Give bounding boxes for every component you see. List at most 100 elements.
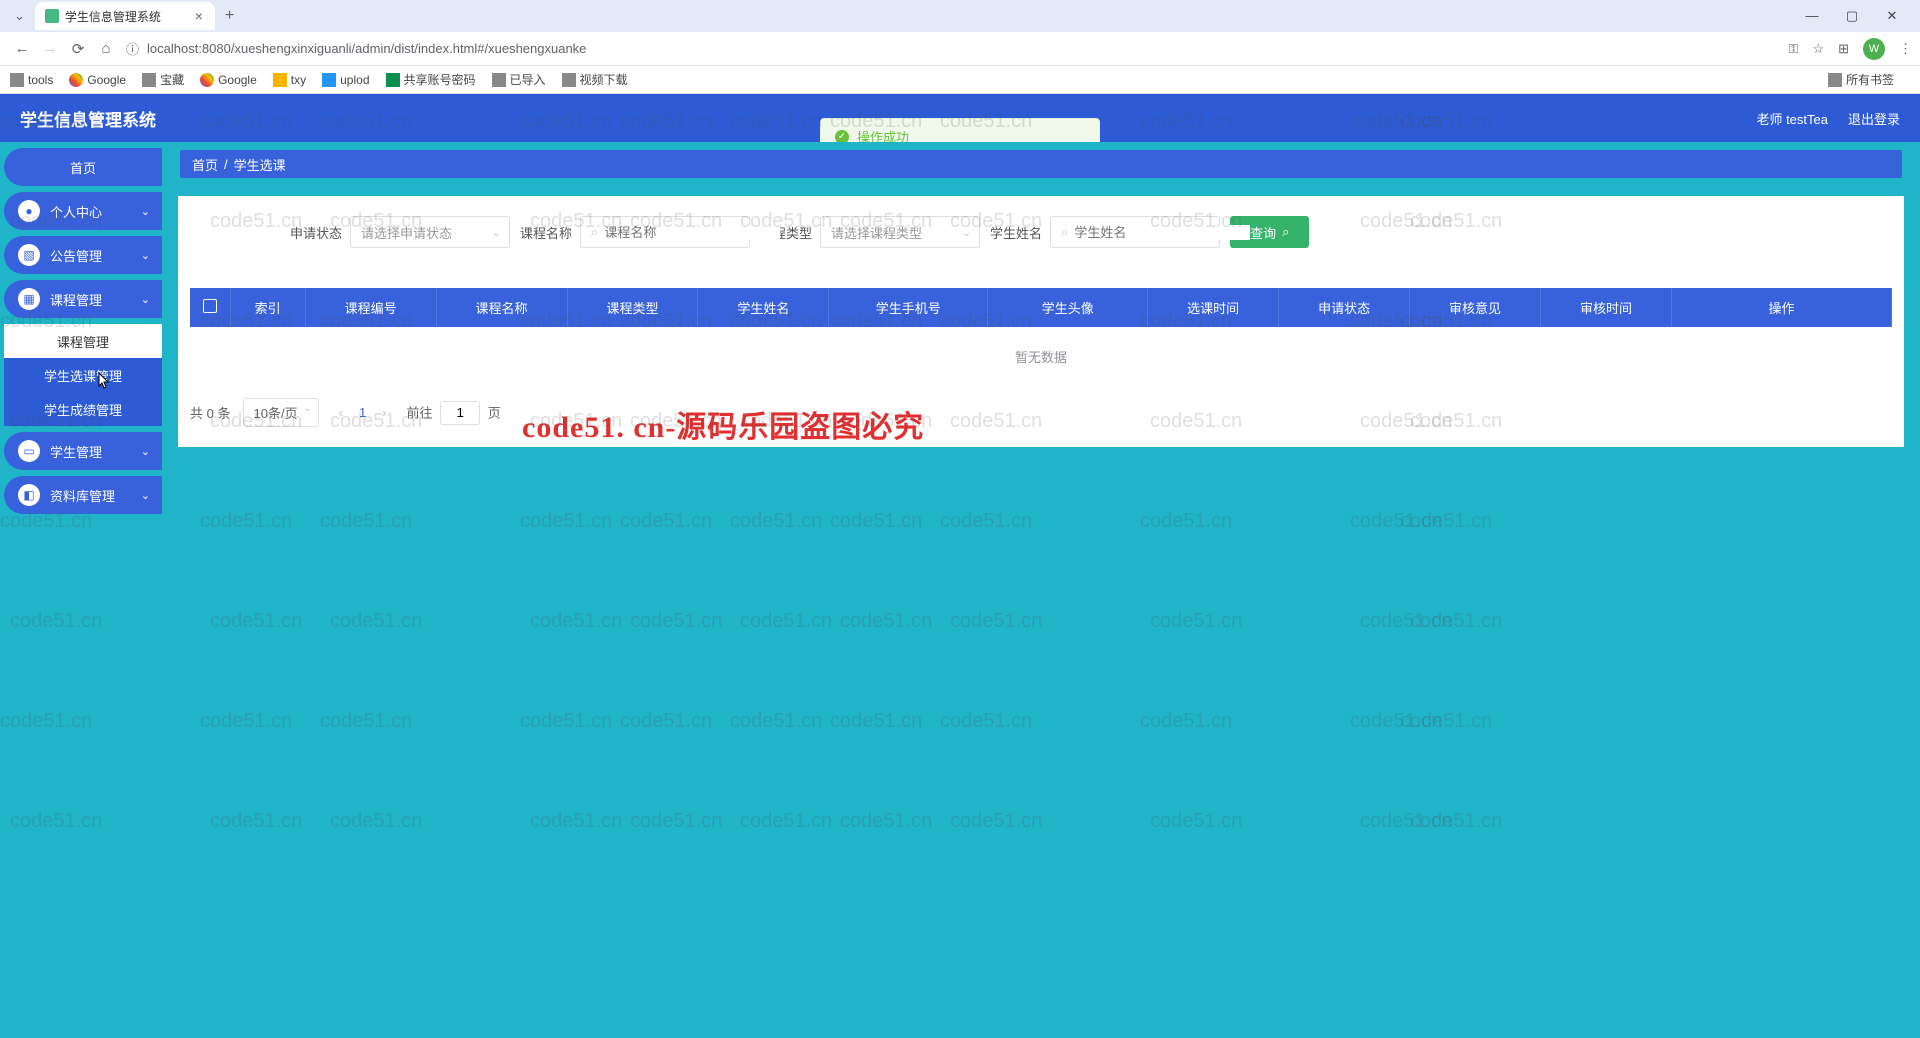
browser-menu-icon[interactable]: ⋮ <box>1899 41 1912 57</box>
nav-student[interactable]: ▭ 学生管理 ⌄ <box>4 432 162 470</box>
bookmark-all[interactable]: 所有书签 <box>1828 71 1894 88</box>
new-tab-button[interactable]: + <box>215 7 244 25</box>
bookmark-imported[interactable]: 已导入 <box>492 71 546 88</box>
upload-icon <box>322 73 336 87</box>
bookmark-video[interactable]: 视频下载 <box>562 71 628 88</box>
th-student-phone: 学生手机号 <box>829 288 988 327</box>
close-window-button[interactable]: ✕ <box>1872 8 1912 24</box>
bookmark-star-icon[interactable]: ☆ <box>1812 41 1824 57</box>
pagination-page-1[interactable]: 1 <box>351 401 374 424</box>
browser-chrome: ⌄ 学生信息管理系统 × + — ▢ ✕ ← → ⟳ ⌂ ⓘ localhost… <box>0 0 1920 94</box>
nav-announcement[interactable]: ▧ 公告管理 ⌄ <box>4 236 162 274</box>
filter-student-name-input[interactable]: ⌕ <box>1050 216 1220 248</box>
briefcase-icon: ▧ <box>18 244 40 266</box>
nav-label: 课程管理 <box>50 290 102 309</box>
sidebar: 首页 ● 个人中心 ⌄ ▧ 公告管理 ⌄ ▦ 课程管理 ⌄ 课程管理 学生选课管… <box>0 142 162 1038</box>
th-review-time: 审核时间 <box>1541 288 1672 327</box>
monitor-icon: ▭ <box>18 440 40 462</box>
pagination-next[interactable]: › <box>374 401 394 424</box>
pagination-total: 共 0 条 <box>190 403 231 422</box>
address-bar: ← → ⟳ ⌂ ⓘ localhost:8080/xueshengxinxigu… <box>0 32 1920 66</box>
pagination: 共 0 条 10条/页 ⌄ ‹ 1 › 前往 页 <box>190 398 1892 427</box>
table-header-row: 索引 课程编号 课程名称 课程类型 学生姓名 学生手机号 学生头像 选课时间 申… <box>190 288 1892 327</box>
tab-close-icon[interactable]: × <box>193 8 205 24</box>
star-icon <box>273 73 287 87</box>
filter-student-name-label: 学生姓名 <box>990 223 1042 242</box>
url-text: localhost:8080/xueshengxinxiguanli/admin… <box>147 41 586 56</box>
breadcrumb-separator: / <box>224 157 228 172</box>
extensions-icon[interactable]: ⊞ <box>1838 41 1849 57</box>
forward-button[interactable]: → <box>36 40 64 57</box>
filter-course-name-input[interactable]: ⌕ <box>580 216 750 248</box>
bookmark-shared[interactable]: 共享账号密码 <box>386 71 476 88</box>
browser-tab[interactable]: 学生信息管理系统 × <box>35 2 215 30</box>
pagination-prev[interactable]: ‹ <box>331 401 351 424</box>
chevron-down-icon: ⌄ <box>141 489 150 502</box>
filter-status-select[interactable]: 请选择申请状态 ⌄ <box>350 216 510 248</box>
main-content: 首页 / 学生选课 申请状态 请选择申请状态 ⌄ 课程名称 ⌕ <box>162 142 1920 1038</box>
pagination-goto-input[interactable] <box>440 401 480 425</box>
nav-sub-student-grade[interactable]: 学生成绩管理 <box>4 392 162 426</box>
nav-home-label: 首页 <box>70 158 96 177</box>
user-label[interactable]: 老师 testTea <box>1756 109 1828 128</box>
bookmark-tools[interactable]: tools <box>10 73 53 87</box>
table-nodata: 暂无数据 <box>190 327 1892 386</box>
folder-icon <box>10 73 24 87</box>
nav-resources[interactable]: ◧ 资料库管理 ⌄ <box>4 476 162 514</box>
nav-label: 个人中心 <box>50 202 102 221</box>
bookmark-google2[interactable]: Google <box>200 73 257 87</box>
pagination-perpage-select[interactable]: 10条/页 ⌄ <box>243 398 319 427</box>
lock-icon <box>386 73 400 87</box>
nav-home[interactable]: 首页 <box>4 148 162 186</box>
nav-personal-center[interactable]: ● 个人中心 ⌄ <box>4 192 162 230</box>
folder-icon <box>142 73 156 87</box>
bookmark-google1[interactable]: Google <box>69 73 126 87</box>
chevron-down-icon: ⌄ <box>492 226 501 239</box>
pagination-goto: 前往 页 <box>407 401 501 425</box>
bookmark-bar: tools Google 宝藏 Google txy uplod 共享账号密码 … <box>0 66 1920 94</box>
th-checkbox[interactable] <box>190 288 230 327</box>
th-select-time: 选课时间 <box>1148 288 1279 327</box>
window-controls: — ▢ ✕ <box>1792 8 1912 24</box>
chevron-down-icon: ⌄ <box>141 249 150 262</box>
chevron-down-icon: ⌄ <box>303 403 311 414</box>
bookmark-uplod[interactable]: uplod <box>322 73 369 87</box>
tab-title: 学生信息管理系统 <box>65 8 193 25</box>
nav-label: 公告管理 <box>50 246 102 265</box>
user-icon: ● <box>18 200 40 222</box>
bookmark-txy[interactable]: txy <box>273 73 306 87</box>
back-button[interactable]: ← <box>8 40 36 57</box>
chevron-down-icon: ⌄ <box>141 205 150 218</box>
reload-button[interactable]: ⟳ <box>64 40 92 58</box>
filter-status-label: 申请状态 <box>290 223 342 242</box>
chevron-down-icon: ⌄ <box>141 445 150 458</box>
search-icon: ⌕ <box>1061 224 1068 240</box>
minimize-button[interactable]: — <box>1792 8 1832 24</box>
folder-icon <box>492 73 506 87</box>
site-info-icon[interactable]: ⓘ <box>126 39 139 58</box>
filter-bar: 申请状态 请选择申请状态 ⌄ 课程名称 ⌕ 课程类型 请 <box>190 216 1892 268</box>
flag-icon: ◧ <box>18 484 40 506</box>
th-apply-status: 申请状态 <box>1279 288 1410 327</box>
breadcrumb: 首页 / 学生选课 <box>178 148 1904 180</box>
profile-avatar[interactable]: W <box>1863 38 1885 60</box>
nav-sub-course-manage[interactable]: 课程管理 <box>4 324 162 358</box>
app-title: 学生信息管理系统 <box>20 106 156 131</box>
chevron-down-icon: ⌄ <box>962 226 971 239</box>
url-field[interactable]: ⓘ localhost:8080/xueshengxinxiguanli/adm… <box>126 39 1783 58</box>
maximize-button[interactable]: ▢ <box>1832 8 1872 24</box>
breadcrumb-home[interactable]: 首页 <box>192 155 218 174</box>
logout-link[interactable]: 退出登录 <box>1848 109 1900 128</box>
nav-course[interactable]: ▦ 课程管理 ⌄ <box>4 280 162 318</box>
bookmark-baozang[interactable]: 宝藏 <box>142 71 184 88</box>
filter-course-type-select[interactable]: 请选择课程类型 ⌄ <box>820 216 980 248</box>
content-panel: 申请状态 请选择申请状态 ⌄ 课程名称 ⌕ 课程类型 请 <box>178 196 1904 447</box>
data-table: 索引 课程编号 课程名称 课程类型 学生姓名 学生手机号 学生头像 选课时间 申… <box>190 288 1892 327</box>
tabs-dropdown-icon[interactable]: ⌄ <box>8 8 31 24</box>
nav-label: 资料库管理 <box>50 486 115 505</box>
nav-label: 学生管理 <box>50 442 102 461</box>
home-button[interactable]: ⌂ <box>92 40 120 57</box>
nav-sub-student-select[interactable]: 学生选课管理 <box>4 358 162 392</box>
th-course-code: 课程编号 <box>305 288 436 327</box>
password-key-icon[interactable]: ⚿ <box>1789 41 1799 57</box>
